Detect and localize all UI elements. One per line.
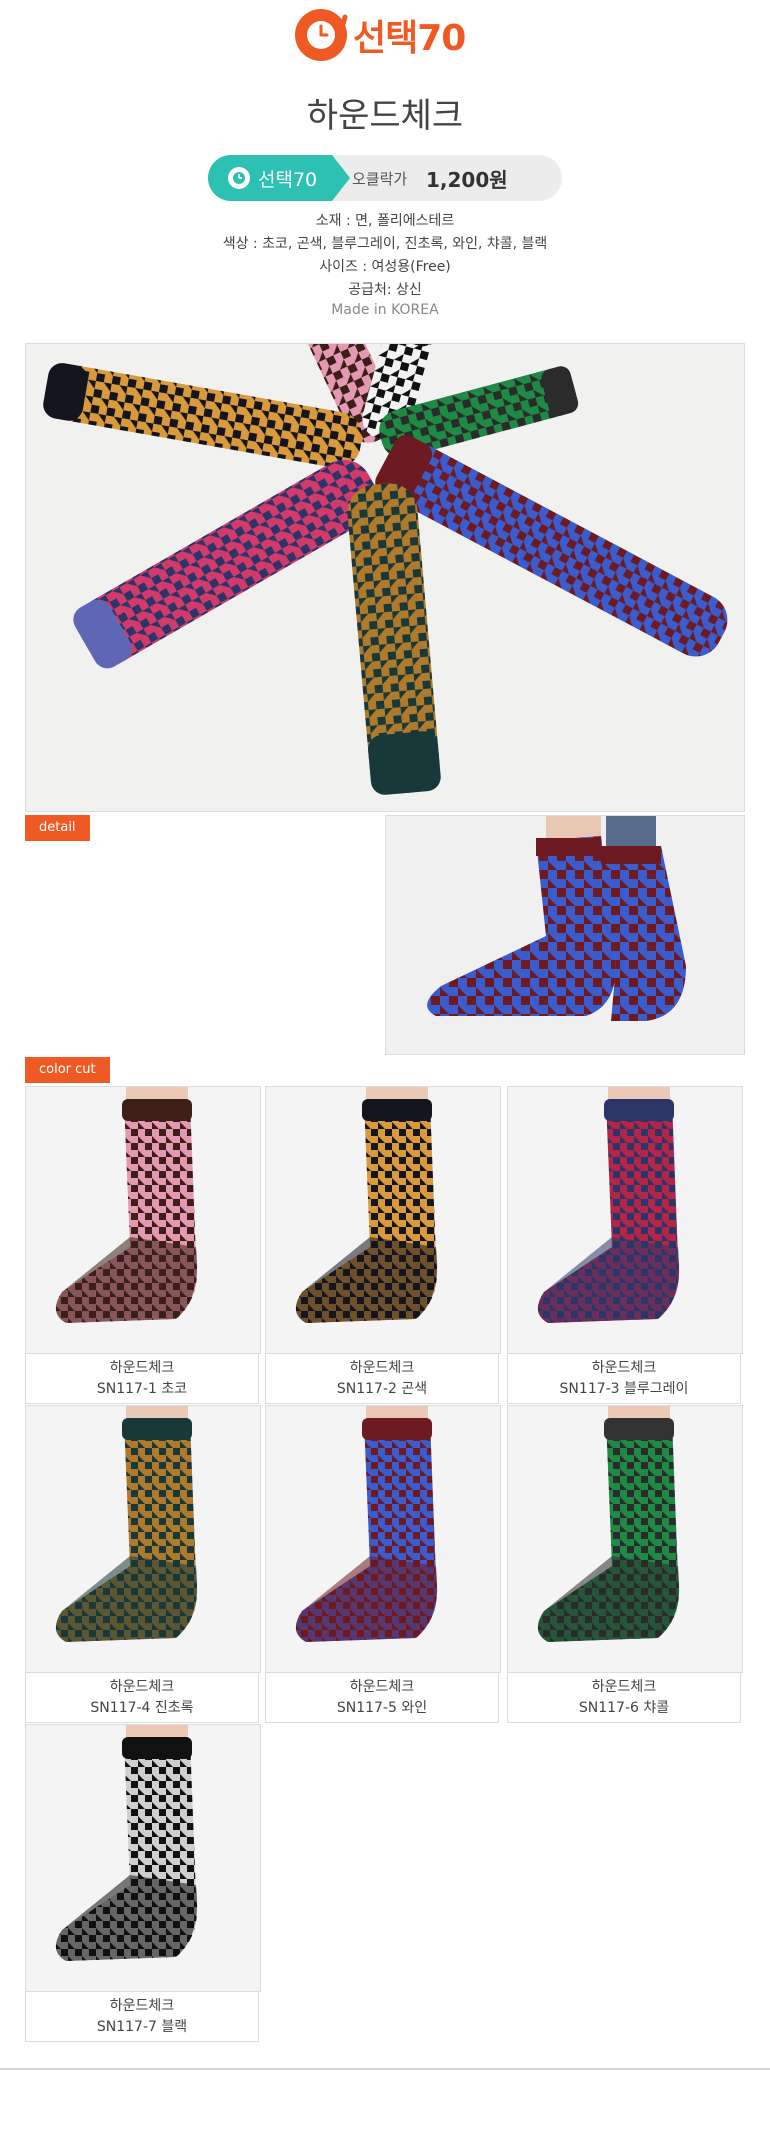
variant-card[interactable]: 하운드체크 SN117-5 와인 (265, 1405, 501, 1723)
variant-photo (265, 1086, 501, 1354)
variant-card[interactable]: 하운드체크 SN117-4 진초록 (25, 1405, 261, 1723)
variant-name: 하운드체크 (109, 1360, 175, 1376)
detail-photo-closeup (25, 815, 386, 1055)
variant-name: 하운드체크 (109, 1998, 175, 2014)
price-value: 1,200원 (426, 168, 508, 192)
variant-name: 하운드체크 (591, 1679, 657, 1695)
detail-photo-worn (385, 815, 745, 1055)
variant-code: SN117-1 초코 (96, 1381, 188, 1397)
hero-photo (25, 343, 745, 812)
variant-name: 하운드체크 (349, 1360, 415, 1376)
spec-supplier: 공급처: 상신 (348, 282, 422, 298)
variant-name: 하운드체크 (349, 1679, 415, 1695)
variant-card[interactable]: 하운드체크 SN117-3 블루그레이 (507, 1086, 743, 1404)
detail-tag: detail (25, 815, 90, 841)
variant-code: SN117-6 챠콜 (578, 1700, 670, 1716)
variant-name: 하운드체크 (109, 1679, 175, 1695)
color-cut-tag: color cut (25, 1057, 110, 1083)
variant-photo (265, 1405, 501, 1673)
variant-caption: 하운드체크 SN117-6 챠콜 (507, 1673, 741, 1723)
variant-caption: 하운드체크 SN117-7 블랙 (25, 1992, 259, 2042)
variant-caption: 하운드체크 SN117-3 블루그레이 (507, 1354, 741, 1404)
clock-icon (228, 167, 250, 189)
spec-size: 사이즈 : 여성용(Free) (319, 259, 451, 275)
variant-card[interactable]: 하운드체크 SN117-1 초코 (25, 1086, 261, 1404)
variant-code: SN117-2 곤색 (336, 1381, 428, 1397)
variant-caption: 하운드체크 SN117-5 와인 (265, 1673, 499, 1723)
variant-photo (25, 1405, 261, 1673)
price-label: 오클락가 (352, 170, 408, 188)
pill-brand-label: 선택70 (258, 168, 318, 191)
variant-code: SN117-7 블랙 (96, 2019, 188, 2035)
variant-card[interactable]: 하운드체크 SN117-6 챠콜 (507, 1405, 743, 1723)
brand-name: 선택70 (353, 18, 466, 59)
variant-name: 하운드체크 (591, 1360, 657, 1376)
variant-photo (25, 1724, 261, 1992)
variant-photo (25, 1086, 261, 1354)
variant-code: SN117-3 블루그레이 (559, 1381, 689, 1397)
spec-origin: Made in KOREA (331, 302, 439, 318)
variant-card[interactable]: 하운드체크 SN117-2 곤색 (265, 1086, 501, 1404)
pill-arrow (332, 155, 350, 201)
price-pill-brand: 선택70 (208, 155, 332, 201)
bottom-divider (0, 2068, 770, 2070)
variant-photo (507, 1405, 743, 1673)
variant-caption: 하운드체크 SN117-4 진초록 (25, 1673, 259, 1723)
variant-card[interactable]: 하운드체크 SN117-7 블랙 (25, 1724, 261, 2042)
product-title: 하운드체크 (306, 96, 464, 136)
variant-caption: 하운드체크 SN117-2 곤색 (265, 1354, 499, 1404)
variant-code: SN117-5 와인 (336, 1700, 428, 1716)
variant-photo (507, 1086, 743, 1354)
variant-caption: 하운드체크 SN117-1 초코 (25, 1354, 259, 1404)
clock-icon (295, 9, 348, 61)
spec-material: 소재 : 면, 폴리에스테르 (315, 213, 455, 229)
spec-colors: 색상 : 초코, 곤색, 블루그레이, 진초록, 와인, 챠콜, 블랙 (222, 236, 548, 252)
variant-code: SN117-4 진초록 (90, 1700, 194, 1716)
brand-logo: 선택70 (293, 4, 483, 66)
